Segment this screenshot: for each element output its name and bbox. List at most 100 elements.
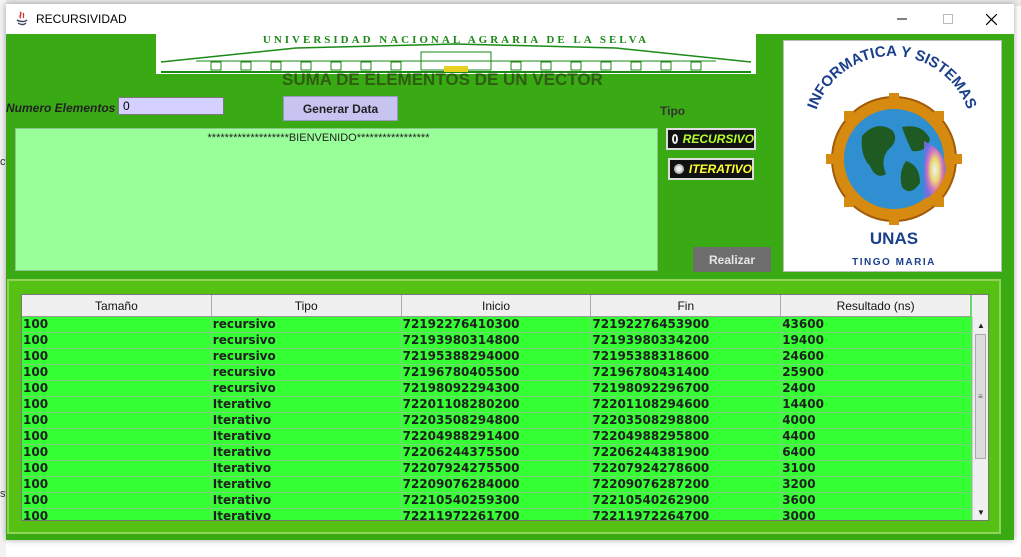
table-cell[interactable]: 72196780405500 [402,365,592,380]
table-cell[interactable]: 72207924278600 [591,461,782,476]
generate-data-button[interactable]: Generar Data [283,96,398,121]
table-cell[interactable]: 2400 [781,381,971,396]
campus-building-illustration [160,43,752,73]
table-cell[interactable]: 72201108280200 [402,397,592,412]
header-tamano[interactable]: Tamaño [22,295,212,316]
maximize-button[interactable] [925,4,971,34]
table-cell[interactable]: Iterativo [212,413,402,428]
header-resultado[interactable]: Resultado (ns) [781,295,971,316]
table-cell[interactable]: 100 [22,445,212,460]
table-cell[interactable]: 100 [22,349,212,364]
university-banner: UNIVERSIDAD NACIONAL AGRARIA DE LA SELVA [156,34,756,74]
radio-recursivo-label: RECURSIVO [682,132,754,146]
title-bar[interactable]: RECURSIVIDAD [6,4,1014,34]
table-cell[interactable]: 72209076284000 [402,477,592,492]
table-cell[interactable]: 100 [22,429,212,444]
table-row[interactable]: 100 Iterativo 72201108280200 72201108294600… [22,397,971,413]
table-cell[interactable]: 3200 [781,477,971,492]
realizar-button[interactable]: Realizar [693,247,771,272]
scroll-down-arrow-icon[interactable]: ▼ [973,504,988,520]
table-cell[interactable]: 72192276453900 [591,317,782,332]
table-row[interactable]: 100 Iterativo 72206244375500 72206244381900… [22,445,971,461]
header-inicio[interactable]: Inicio [402,295,592,316]
table-cell[interactable]: 72193980334200 [591,333,782,348]
table-cell[interactable]: Iterativo [212,445,402,460]
table-cell[interactable]: 100 [22,365,212,380]
table-cell[interactable]: 72207924275500 [402,461,592,476]
scroll-up-arrow-icon[interactable]: ▲ [973,317,988,333]
table-row[interactable]: 100 recursivo 72193980314800 72193980334200… [22,333,971,349]
table-row[interactable]: 100 Iterativo 72210540259300 72210540262900… [22,493,971,509]
table-cell[interactable]: 72210540259300 [402,493,592,508]
table-cell[interactable]: recursivo [212,333,402,348]
table-cell[interactable]: 72204988295800 [591,429,782,444]
table-cell[interactable]: 72196780431400 [591,365,782,380]
num-elements-input[interactable] [118,97,224,115]
table-cell[interactable]: 72206244381900 [591,445,782,460]
table-cell[interactable]: 72201108294600 [591,397,782,412]
table-row[interactable]: 100 recursivo 72198092294300 72198092296700… [22,381,971,397]
table-cell[interactable]: 72195388294000 [402,349,592,364]
minimize-button[interactable] [879,4,925,34]
table-cell[interactable]: 72211972261700 [402,509,592,520]
table-cell[interactable]: 25900 [781,365,971,380]
radio-recursivo[interactable]: RECURSIVO [666,128,756,150]
table-cell[interactable]: 3100 [781,461,971,476]
table-row[interactable]: 100 Iterativo 72209076284000 72209076287200… [22,477,971,493]
header-fin[interactable]: Fin [591,295,782,316]
table-cell[interactable]: 14400 [781,397,971,412]
table-cell[interactable]: Iterativo [212,429,402,444]
table-cell[interactable]: 72206244375500 [402,445,592,460]
table-cell[interactable]: 100 [22,413,212,428]
table-cell[interactable]: 100 [22,461,212,476]
table-row[interactable]: 100 recursivo 72196780405500 72196780431400… [22,365,971,381]
table-cell[interactable]: 72193980314800 [402,333,592,348]
table-cell[interactable]: 19400 [781,333,971,348]
table-scrollbar[interactable]: ▲ ≡ ▼ [972,317,988,520]
table-cell[interactable]: Iterativo [212,493,402,508]
table-cell[interactable]: 72192276410300 [402,317,592,332]
table-cell[interactable]: 3600 [781,493,971,508]
table-cell[interactable]: 72211972264700 [591,509,782,520]
table-cell[interactable]: 100 [22,317,212,332]
table-cell[interactable]: 100 [22,477,212,492]
table-cell[interactable]: recursivo [212,381,402,396]
table-cell[interactable]: 100 [22,493,212,508]
table-cell[interactable]: 100 [22,397,212,412]
table-cell[interactable]: 72198092296700 [591,381,782,396]
table-cell[interactable]: 43600 [781,317,971,332]
table-cell[interactable]: 24600 [781,349,971,364]
radio-iterativo[interactable]: ITERATIVO [668,158,754,180]
table-cell[interactable]: 72210540262900 [591,493,782,508]
table-row[interactable]: 100 Iterativo 72203508294800 72203508298800… [22,413,971,429]
table-cell[interactable]: recursivo [212,349,402,364]
header-tipo[interactable]: Tipo [212,295,402,316]
table-cell[interactable]: 100 [22,509,212,520]
table-cell[interactable]: 100 [22,333,212,348]
table-cell[interactable]: 72203508294800 [402,413,592,428]
table-row[interactable]: 100 Iterativo 72204988291400 72204988295800… [22,429,971,445]
table-cell[interactable]: 72209076287200 [591,477,782,492]
table-cell[interactable]: 72203508298800 [591,413,782,428]
table-cell[interactable]: 72204988291400 [402,429,592,444]
table-cell[interactable]: Iterativo [212,397,402,412]
table-row[interactable]: 100 recursivo 72192276410300 72192276453900… [22,317,971,333]
table-cell[interactable]: Iterativo [212,509,402,520]
table-cell[interactable]: 72198092294300 [402,381,592,396]
table-cell[interactable]: 3000 [781,509,971,520]
table-cell[interactable]: Iterativo [212,477,402,492]
table-cell[interactable]: 72195388318600 [591,349,782,364]
table-cell[interactable]: recursivo [212,317,402,332]
table-row[interactable]: 100 Iterativo 72211972261700 72211972264700… [22,509,971,520]
table-cell[interactable]: recursivo [212,365,402,380]
table-row[interactable]: 100 Iterativo 72207924275500 72207924278600… [22,461,971,477]
table-cell[interactable]: 4400 [781,429,971,444]
scroll-thumb[interactable]: ≡ [975,334,986,459]
close-button[interactable] [968,4,1014,34]
table-cell[interactable]: 6400 [781,445,971,460]
table-cell[interactable]: 100 [22,381,212,396]
table-cell[interactable]: Iterativo [212,461,402,476]
table-cell[interactable]: 4000 [781,413,971,428]
table-row[interactable]: 100 recursivo 72195388294000 72195388318600… [22,349,971,365]
output-textarea[interactable]: *******************BIENVENIDO***********… [15,128,658,271]
